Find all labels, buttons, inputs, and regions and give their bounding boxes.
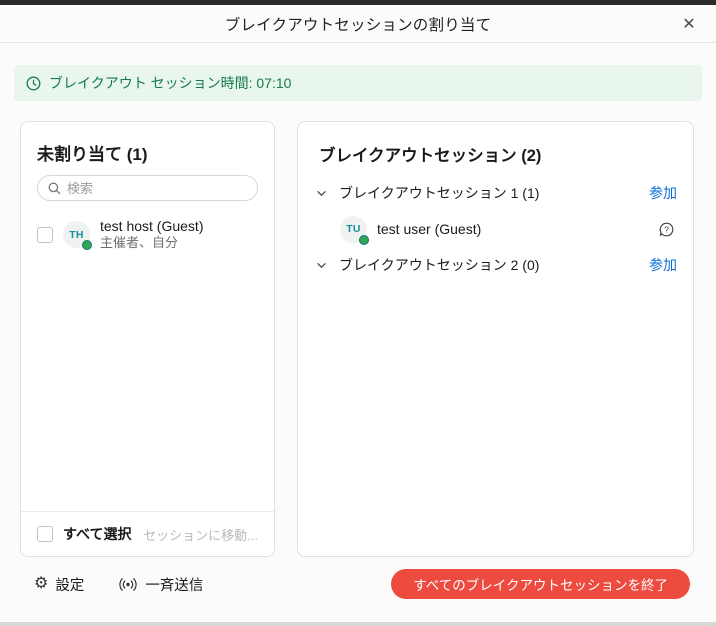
unassigned-panel: 未割り当て (1) TH test host (Guest) 主催者、自分 xyxy=(20,121,275,557)
settings-button[interactable]: ⚙ 設定 xyxy=(34,574,84,595)
status-dot-icon xyxy=(359,235,369,245)
join-session-2-link[interactable]: 参加 xyxy=(649,255,677,275)
broadcast-button[interactable]: 一斉送信 xyxy=(118,574,203,595)
search-icon xyxy=(48,182,61,195)
avatar-initials: TH xyxy=(69,229,84,241)
broadcast-icon xyxy=(118,577,138,592)
participant-name: test host (Guest) xyxy=(100,217,203,235)
select-all-label: すべて選択 xyxy=(63,524,131,544)
chevron-down-icon[interactable] xyxy=(316,260,327,271)
unassigned-title: 未割り当て (1) xyxy=(21,122,274,175)
gear-icon: ⚙ xyxy=(34,576,48,592)
close-icon: ✕ xyxy=(682,14,695,34)
sessions-panel: ブレイクアウトセッション (2) ブレイクアウトセッション 1 (1) 参加 T… xyxy=(297,121,694,557)
session-member-row[interactable]: TU test user (Guest) ? xyxy=(298,210,693,248)
session-time-banner: ブレイクアウト セッション時間: 07:10 xyxy=(14,65,702,101)
member-name: test user (Guest) xyxy=(377,221,481,237)
end-all-sessions-button[interactable]: すべてのブレイクアウトセッションを終了 xyxy=(391,569,690,599)
help-bubble-icon: ? xyxy=(658,221,675,238)
search-input[interactable] xyxy=(67,181,247,196)
session-row-1[interactable]: ブレイクアウトセッション 1 (1) 参加 xyxy=(298,176,693,210)
avatar: TU xyxy=(340,216,367,243)
select-all-row: すべて選択 セッションに移動... xyxy=(21,512,274,556)
session-name: ブレイクアウトセッション 2 (0) xyxy=(339,255,539,275)
dialog-titlebar: ブレイクアウトセッションの割り当て ✕ xyxy=(0,5,716,43)
chevron-down-icon[interactable] xyxy=(316,188,327,199)
select-all-checkbox[interactable] xyxy=(37,526,53,542)
avatar-initials: TU xyxy=(346,223,361,235)
move-to-session-button[interactable]: セッションに移動... xyxy=(143,525,258,544)
svg-text:?: ? xyxy=(664,224,669,234)
settings-label: 設定 xyxy=(55,574,84,595)
status-dot-icon xyxy=(82,240,92,250)
sessions-title: ブレイクアウトセッション (2) xyxy=(298,122,693,176)
close-button[interactable]: ✕ xyxy=(674,9,704,39)
panel-spacer xyxy=(21,252,274,511)
search-box[interactable] xyxy=(37,175,258,201)
dialog-body: 未割り当て (1) TH test host (Guest) 主催者、自分 xyxy=(0,121,716,557)
broadcast-label: 一斉送信 xyxy=(145,574,203,595)
session-name: ブレイクアウトセッション 1 (1) xyxy=(339,183,539,203)
join-session-1-link[interactable]: 参加 xyxy=(649,183,677,203)
dialog-title: ブレイクアウトセッションの割り当て xyxy=(225,13,492,35)
participant-checkbox[interactable] xyxy=(37,227,53,243)
avatar: TH xyxy=(63,221,90,248)
background-window-bottom-strip xyxy=(0,622,716,626)
session-row-2[interactable]: ブレイクアウトセッション 2 (0) 参加 xyxy=(298,248,693,282)
participant-role: 主催者、自分 xyxy=(100,235,203,252)
clock-icon xyxy=(26,76,41,91)
session-time-text: ブレイクアウト セッション時間: 07:10 xyxy=(49,73,291,93)
dialog-footer: ⚙ 設定 一斉送信 すべてのブレイクアウトセッションを終了 xyxy=(0,557,716,617)
unassigned-participant-row[interactable]: TH test host (Guest) 主催者、自分 xyxy=(21,217,274,252)
